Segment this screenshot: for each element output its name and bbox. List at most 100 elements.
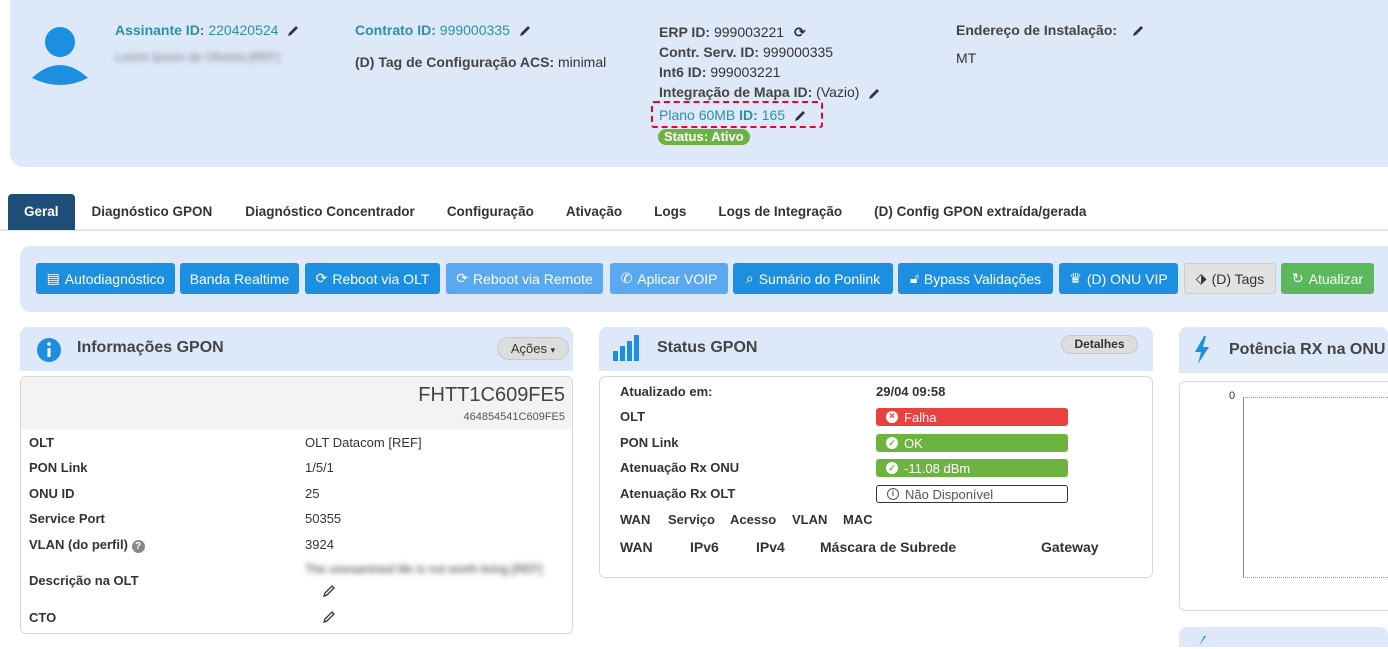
edit-icon[interactable] (322, 610, 336, 627)
tab-diagnostico-concentrador[interactable]: Diagnóstico Concentrador (228, 194, 431, 230)
assinante-id: Assinante ID: 220420524 (115, 22, 300, 38)
edit-icon[interactable] (286, 24, 300, 38)
plano-name[interactable]: Plano 60MB (659, 107, 735, 123)
tab-geral[interactable]: Geral (8, 194, 75, 230)
col-wan: WAN (620, 539, 653, 555)
bypass-validacoes-label: Bypass Validações (923, 270, 1042, 287)
tags-button[interactable]: ⬗ (D) Tags (1184, 263, 1276, 294)
info-panel-title: Informações GPON (77, 339, 224, 356)
reboot-remote-button[interactable]: ⟳ Reboot via Remote (446, 263, 603, 294)
contr-label: Contr. Serv. ID: (659, 44, 760, 60)
info-label-descricao: Descrição na OLT (29, 573, 139, 588)
olt-status-text: Falha (904, 409, 937, 425)
info-label-vlan: VLAN (do perfil) ? (29, 537, 145, 553)
gridline-top (1243, 397, 1388, 398)
edit-icon[interactable] (793, 109, 807, 123)
onu-vip-label: (D) ONU VIP (1086, 270, 1168, 287)
onu-serial-hex: 464854541C609FE5 (463, 411, 565, 423)
endereco-value: MT (956, 50, 977, 66)
aplicar-voip-label: Aplicar VOIP (637, 270, 718, 287)
x-axis (1243, 577, 1388, 578)
plano-id-value: 165 (761, 107, 786, 123)
onu-serial: FHTT1C609FE5 (418, 384, 565, 406)
erp-value: 999003221 (713, 24, 785, 40)
unlock-icon: 🔓︎ (909, 270, 919, 286)
contr-value: 999000335 (762, 44, 834, 60)
contrato-label: Contrato ID: (355, 22, 436, 38)
refresh-icon: ↻ (1291, 270, 1304, 286)
banda-realtime-button[interactable]: Banda Realtime (180, 263, 299, 294)
pon-link-status-text: OK (904, 435, 923, 451)
search-icon: ⌕ (745, 270, 754, 286)
banda-realtime-label: Banda Realtime (189, 270, 290, 287)
tab-diagnostico-gpon[interactable]: Diagnóstico GPON (75, 194, 229, 230)
refresh-icon[interactable]: ⟳ (794, 24, 806, 40)
tab-config-gpon[interactable]: (D) Config GPON extraída/gerada (858, 194, 1102, 230)
crown-icon: ♛ (1069, 270, 1082, 286)
onu-id-value: 25 (305, 486, 320, 501)
assinante-name: Lorem Ipsum de Oliveira [REF] (115, 50, 280, 64)
int6-label: Int6 ID: (659, 64, 707, 80)
info-label-pon-link: PON Link (29, 460, 88, 475)
subtab-mac[interactable]: MAC (843, 512, 873, 527)
refresh-icon: ⟳ (315, 270, 328, 286)
atualizar-button[interactable]: ↻ Atualizar (1281, 263, 1374, 294)
tab-logs[interactable]: Logs (638, 194, 702, 230)
phone-icon: ✆ (620, 270, 633, 286)
bypass-validacoes-button[interactable]: 🔓︎ Bypass Validações (898, 263, 1053, 294)
aplicar-voip-button[interactable]: ✆ Aplicar VOIP (610, 263, 728, 294)
olt-link[interactable]: OLT Datacom [REF] (305, 435, 422, 450)
avatar (22, 18, 98, 94)
acoes-dropdown[interactable]: Ações ▾ (497, 337, 569, 360)
error-icon: × (886, 411, 898, 423)
tab-configuracao[interactable]: Configuração (431, 194, 550, 230)
reboot-remote-label: Reboot via Remote (472, 270, 593, 287)
sumario-ponlink-button[interactable]: ⌕ Sumário do Ponlink (733, 263, 893, 294)
vlan-label-text: VLAN (do perfil) (29, 537, 128, 552)
reboot-olt-button[interactable]: ⟳ Reboot via OLT (305, 263, 440, 294)
bolt-icon (1194, 633, 1210, 649)
edit-icon[interactable] (518, 24, 532, 38)
edit-icon[interactable] (322, 584, 336, 601)
atualizado-label: Atualizado em: (620, 384, 713, 399)
acs-tag-label: (D) Tag de Configuração ACS: (355, 54, 555, 70)
edit-icon[interactable] (1131, 24, 1145, 38)
mapa-label: Integração de Mapa ID: (659, 84, 813, 100)
bolt-icon (1194, 336, 1210, 367)
atualizado-value: 29/04 09:58 (876, 384, 946, 399)
contrato-value: 999000335 (439, 22, 510, 38)
autodiagnostico-button[interactable]: ▤ Autodiagnóstico (36, 263, 175, 294)
subtab-wan[interactable]: WAN (620, 512, 650, 527)
help-icon[interactable]: ? (131, 540, 145, 553)
detalhes-button[interactable]: Detalhes (1061, 335, 1138, 354)
tab-logs-integracao[interactable]: Logs de Integração (702, 194, 858, 230)
vlan-value: 3924 (305, 537, 334, 552)
onu-vip-button[interactable]: ♛ (D) ONU VIP (1059, 263, 1178, 294)
check-icon: ✓ (886, 462, 898, 474)
info-label-service-port: Service Port (29, 511, 105, 526)
rx-onu-text: -11.08 dBm (904, 460, 971, 476)
info-circle-icon: i (887, 488, 899, 500)
status-badge: Status: Ativo (658, 129, 750, 145)
status-panel-title: Status GPON (657, 339, 758, 356)
edit-icon[interactable] (867, 86, 881, 100)
report-icon: ▤ (46, 270, 60, 286)
col-mascara: Máscara de Subrede (820, 539, 957, 555)
status-label-rx-onu: Atenuação Rx ONU (620, 460, 740, 475)
acs-tag: (D) Tag de Configuração ACS: minimal (355, 54, 606, 70)
subtab-servico[interactable]: Serviço (668, 512, 715, 527)
erp-label: ERP ID: (659, 24, 711, 40)
subtab-vlan[interactable]: VLAN (792, 512, 827, 527)
plano-id-label: ID: (739, 107, 758, 123)
tags-label: (D) Tags (1211, 270, 1265, 287)
reboot-olt-label: Reboot via OLT (332, 270, 430, 287)
subtab-acesso[interactable]: Acesso (730, 512, 776, 527)
refresh-icon: ⟳ (456, 270, 468, 286)
caret-down-icon: ▾ (550, 345, 556, 355)
info-label-onu-id: ONU ID (29, 486, 75, 501)
tag-icon: ⬗ (1195, 270, 1207, 286)
atualizar-label: Atualizar (1308, 270, 1364, 287)
tab-ativacao[interactable]: Ativação (550, 194, 638, 230)
col-gateway: Gateway (1041, 539, 1099, 555)
check-icon: ✓ (886, 437, 898, 449)
